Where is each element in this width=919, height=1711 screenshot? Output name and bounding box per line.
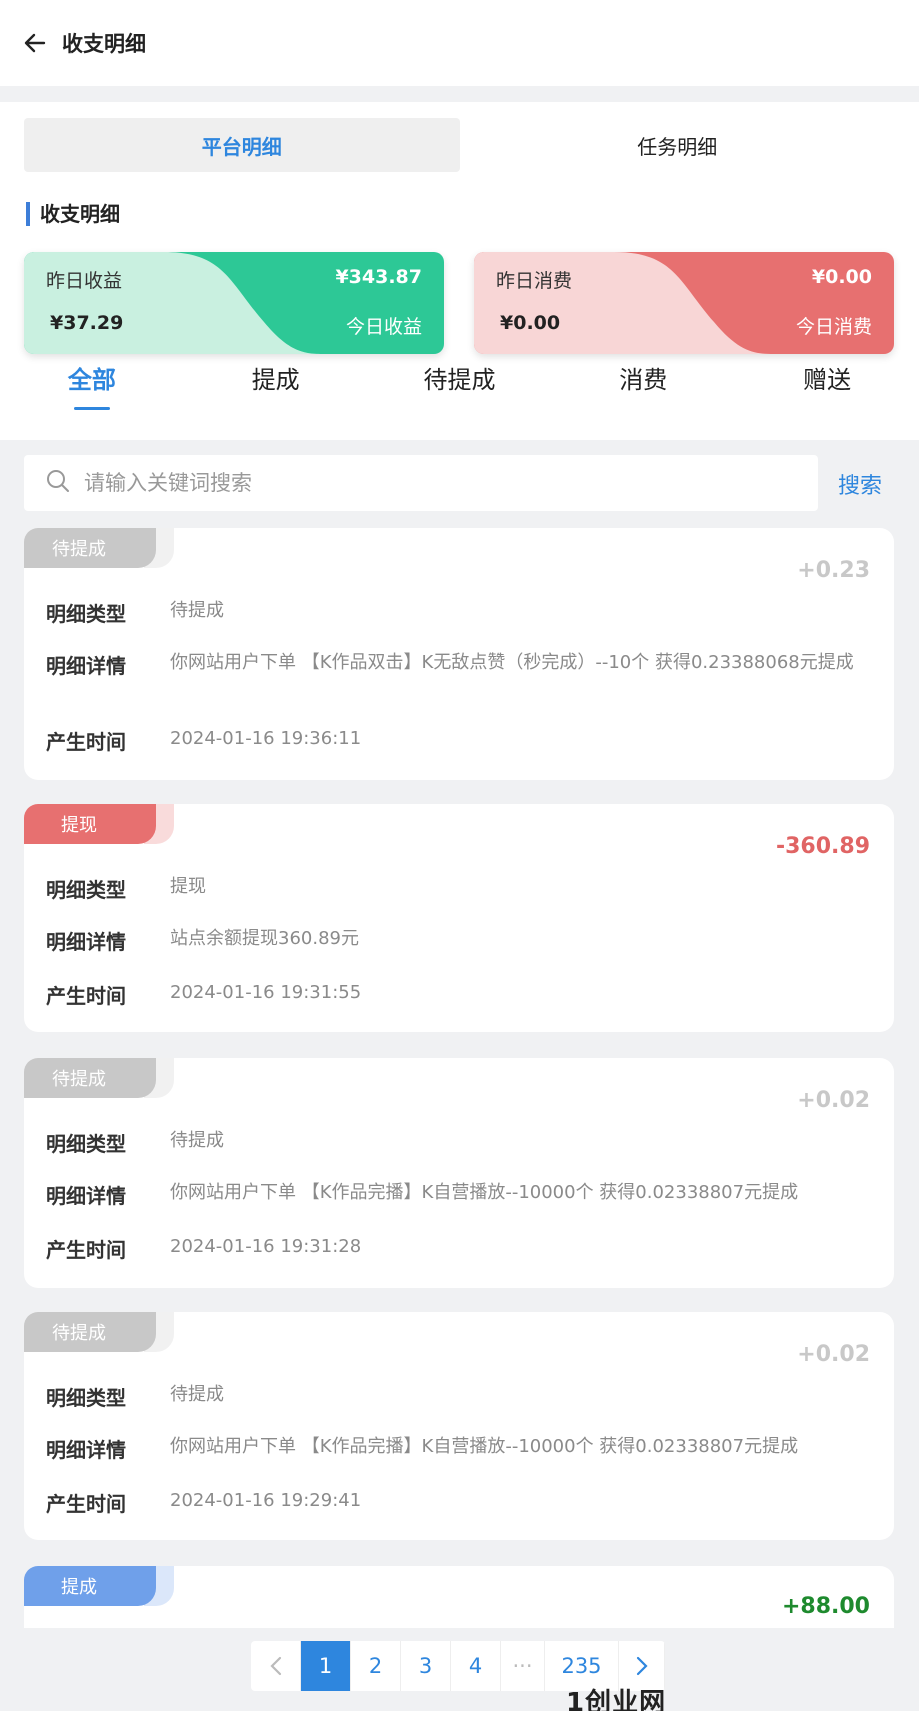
record-detail-value: 你网站用户下单 【K作品完播】K自营播放--10000个 获得0.0233880… [170,1436,799,1457]
search-icon [46,469,70,497]
record-badge: 待提成 [24,1058,174,1098]
expense-today-label: 今日消费 [795,316,872,338]
expense-today-value: ¥0.00 [811,266,872,288]
filter-tabs: 全部 提成 待提成 消费 赠送 [0,350,919,412]
tab-pending-commission[interactable]: 待提成 [368,350,552,412]
record-type-value: 待提成 [170,600,224,621]
expense-yesterday-label: 昨日消费 [496,270,573,292]
income-today-label: 今日收益 [345,316,422,338]
record-time-label: 产生时间 [46,984,126,1008]
page-button-3[interactable]: 3 [401,1641,451,1691]
income-today-value: ¥343.87 [335,266,422,288]
record-time-value: 2024-01-16 19:29:41 [170,1490,362,1511]
tab-all[interactable]: 全部 [0,350,184,412]
record-card: 待提成 +0.02 明细类型 待提成 明细详情 你网站用户下单 【K作品完播】K… [24,1312,894,1540]
record-detail-value: 站点余额提现360.89元 [170,928,359,949]
record-detail-row: 明细详情 你网站用户下单 【K作品完播】K自营播放--10000个 获得0.02… [46,1180,870,1209]
back-arrow-icon[interactable] [22,30,48,56]
record-time-row: 产生时间 2024-01-16 19:31:28 [46,1234,870,1263]
record-time-label: 产生时间 [46,1492,126,1516]
income-card: 昨日收益 ¥37.29 ¥343.87 今日收益 [24,252,444,354]
record-badge: 待提成 [24,528,174,568]
search-box [24,455,818,511]
detail-segment-control: 平台明细 任务明细 [24,118,895,172]
tab-consumption[interactable]: 消费 [551,350,735,412]
record-time-value: 2024-01-16 19:31:55 [170,982,362,1003]
record-detail-label: 明细详情 [46,1438,126,1462]
record-card: 提现 -360.89 明细类型 提现 明细详情 站点余额提现360.89元 产生… [24,804,894,1032]
record-card: 待提成 +0.23 明细类型 待提成 明细详情 你网站用户下单 【K作品双击】K… [24,528,894,780]
record-detail-label: 明细详情 [46,930,126,954]
page-button-4[interactable]: 4 [451,1641,501,1691]
record-amount: +88.00 [781,1594,870,1619]
record-type-row: 明细类型 待提成 [46,1382,870,1411]
header-bar: 收支明细 [0,0,919,86]
record-time-row: 产生时间 2024-01-16 19:36:11 [46,726,870,755]
tab-gift[interactable]: 赠送 [735,350,919,412]
record-badge: 待提成 [24,1312,174,1352]
record-card: 提成 +88.00 [24,1566,894,1628]
record-badge: 提成 [24,1566,174,1606]
segment-task[interactable]: 任务明细 [460,118,896,172]
segment-platform[interactable]: 平台明细 [24,118,460,172]
page-button-2[interactable]: 2 [351,1641,401,1691]
record-detail-value: 你网站用户下单 【K作品完播】K自营播放--10000个 获得0.0233880… [170,1182,799,1203]
record-type-label: 明细类型 [46,1386,126,1410]
page-button-1[interactable]: 1 [301,1641,351,1691]
record-amount: +0.02 [797,1088,870,1113]
watermark-text: 1创业网www.cywz1.com [566,1688,667,1711]
record-type-label: 明细类型 [46,602,126,626]
record-detail-label: 明细详情 [46,654,126,678]
tab-commission[interactable]: 提成 [184,350,368,412]
record-amount: +0.02 [797,1342,870,1367]
record-card: 待提成 +0.02 明细类型 待提成 明细详情 你网站用户下单 【K作品完播】K… [24,1058,894,1288]
record-type-row: 明细类型 提现 [46,874,870,903]
record-detail-value: 你网站用户下单 【K作品双击】K无敌点赞（秒完成）--10个 获得0.23388… [170,652,854,673]
record-detail-row: 明细详情 你网站用户下单 【K作品完播】K自营播放--10000个 获得0.02… [46,1434,870,1463]
record-time-value: 2024-01-16 19:31:28 [170,1236,362,1257]
income-yesterday-label: 昨日收益 [46,270,123,292]
record-time-value: 2024-01-16 19:36:11 [170,728,362,749]
record-type-row: 明细类型 待提成 [46,1128,870,1157]
record-amount: +0.23 [797,558,870,583]
page-ellipsis: ··· [501,1641,545,1691]
search-input[interactable] [84,471,764,495]
record-detail-row: 明细详情 站点余额提现360.89元 [46,926,870,955]
expense-card: 昨日消费 ¥0.00 ¥0.00 今日消费 [474,252,894,354]
search-button[interactable]: 搜索 [838,468,882,500]
record-type-value: 待提成 [170,1130,224,1151]
summary-panel: 平台明细 任务明细 收支明细 昨日收益 ¥37.29 ¥343.87 今日收益 … [0,102,919,440]
record-detail-label: 明细详情 [46,1184,126,1208]
income-yesterday-value: ¥37.29 [50,312,124,334]
prev-page-icon[interactable] [251,1641,301,1691]
record-type-value: 待提成 [170,1384,224,1405]
record-amount: -360.89 [775,834,870,859]
record-badge: 提现 [24,804,174,844]
record-detail-row: 明细详情 你网站用户下单 【K作品双击】K无敌点赞（秒完成）--10个 获得0.… [46,650,870,679]
record-time-label: 产生时间 [46,1238,126,1262]
section-title: 收支明细 [26,202,120,226]
record-time-label: 产生时间 [46,730,126,754]
record-time-row: 产生时间 2024-01-16 19:29:41 [46,1488,870,1517]
record-type-row: 明细类型 待提成 [46,598,870,627]
record-type-label: 明细类型 [46,1132,126,1156]
page-title: 收支明细 [62,32,146,56]
record-time-row: 产生时间 2024-01-16 19:31:55 [46,980,870,1009]
expense-yesterday-value: ¥0.00 [500,312,561,334]
record-type-label: 明细类型 [46,878,126,902]
record-type-value: 提现 [170,876,206,897]
